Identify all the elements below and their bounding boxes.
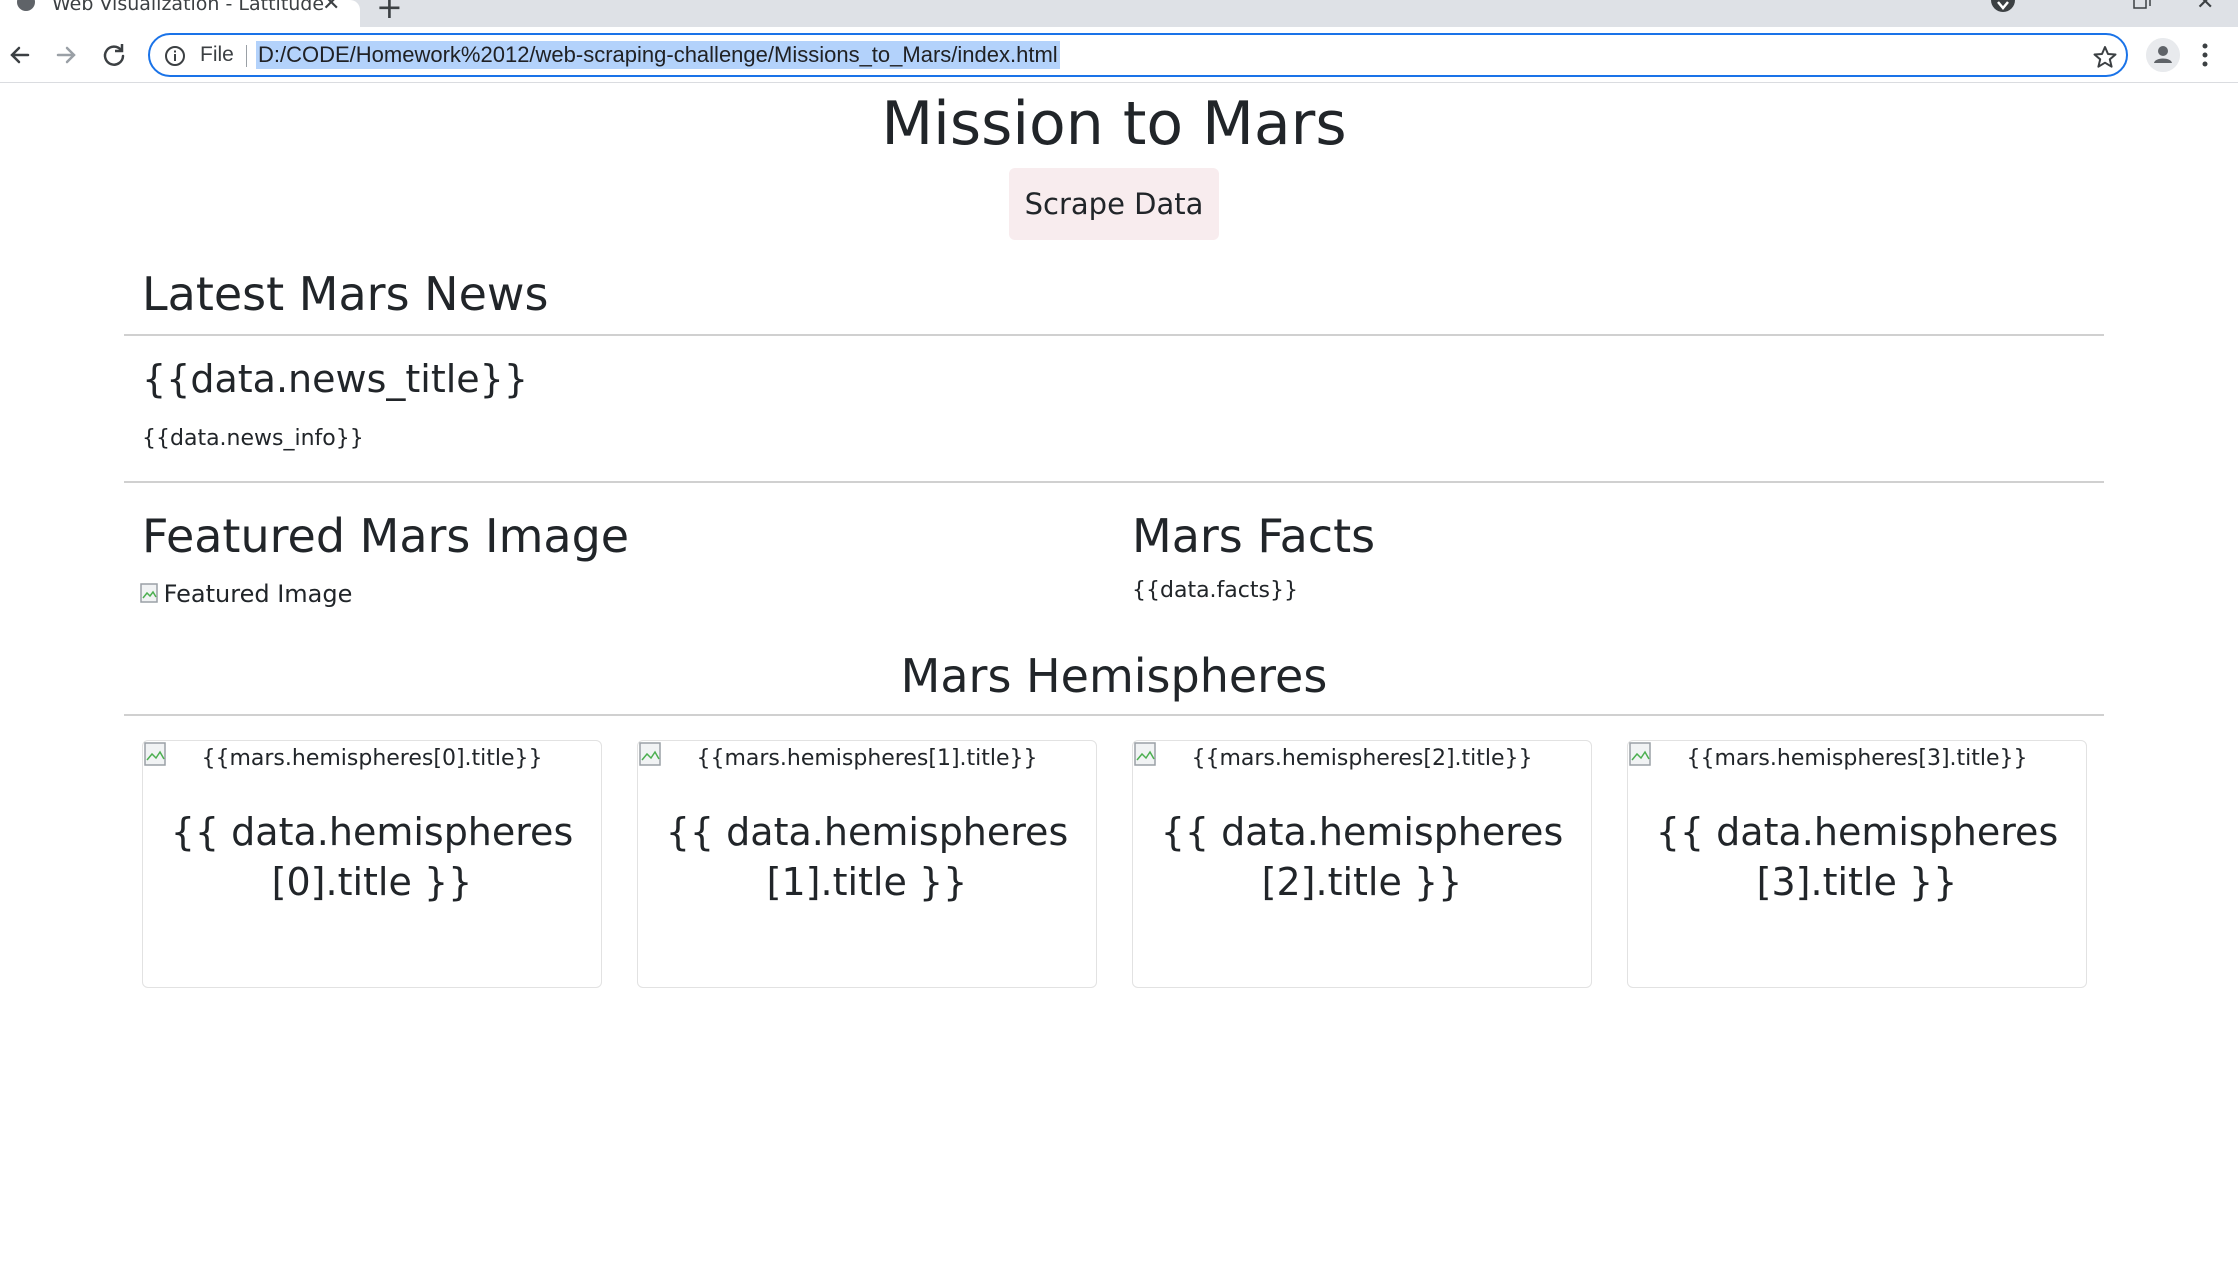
new-tab-button[interactable]: + bbox=[376, 0, 403, 26]
browser-toolbar: File D:/CODE/Homework%2012/web-scraping-… bbox=[0, 27, 2238, 83]
more-menu-icon[interactable] bbox=[2200, 39, 2210, 71]
hemisphere-image-alt: {{mars.hemispheres[2].title}} bbox=[1191, 746, 1533, 771]
hemisphere-image-alt: {{mars.hemispheres[0].title}} bbox=[201, 746, 543, 771]
hemisphere-title: {{ data.hemispheres[2].title }} bbox=[1160, 810, 1564, 904]
close-window-icon[interactable]: ✕ bbox=[2196, 0, 2214, 15]
divider bbox=[124, 334, 2104, 336]
forward-arrow-icon[interactable] bbox=[50, 39, 82, 71]
browser-tab[interactable]: Web Visualization - Lattitude ✕ bbox=[0, 0, 360, 27]
back-arrow-icon[interactable] bbox=[4, 39, 36, 71]
info-icon[interactable] bbox=[164, 45, 186, 67]
bookmark-star-icon[interactable] bbox=[2092, 44, 2118, 70]
address-separator bbox=[246, 45, 247, 67]
page-title: Mission to Mars bbox=[881, 89, 1347, 159]
reload-icon[interactable] bbox=[98, 39, 130, 71]
url-text[interactable]: D:/CODE/Homework%2012/web-scraping-chall… bbox=[256, 41, 1060, 69]
mars-facts-heading: Mars Facts bbox=[1132, 509, 1376, 563]
hemisphere-card: {{mars.hemispheres[1].title}} {{ data.he… bbox=[637, 740, 1097, 988]
extension-icon[interactable] bbox=[1990, 0, 2016, 14]
hemisphere-image: {{mars.hemispheres[2].title}} bbox=[1133, 741, 1591, 781]
hemispheres-heading: Mars Hemispheres bbox=[900, 649, 1328, 703]
news-info: {{data.news_info}} bbox=[142, 426, 364, 451]
hemisphere-card: {{mars.hemispheres[0].title}} {{ data.he… bbox=[142, 740, 602, 988]
tab-title: Web Visualization - Lattitude bbox=[52, 0, 325, 15]
hemisphere-card: {{mars.hemispheres[3].title}} {{ data.he… bbox=[1627, 740, 2087, 988]
globe-icon bbox=[17, 0, 35, 11]
restore-window-icon[interactable] bbox=[2130, 0, 2154, 12]
scrape-data-button[interactable]: Scrape Data bbox=[1009, 168, 1219, 240]
profile-avatar-icon[interactable] bbox=[2146, 38, 2180, 72]
divider bbox=[124, 714, 2104, 716]
featured-image: Featured Image bbox=[140, 579, 352, 609]
hemisphere-image-alt: {{mars.hemispheres[1].title}} bbox=[696, 746, 1038, 771]
featured-image-heading: Featured Mars Image bbox=[142, 509, 630, 563]
news-heading: Latest Mars News bbox=[142, 267, 549, 321]
hemisphere-image: {{mars.hemispheres[1].title}} bbox=[638, 741, 1096, 781]
hemisphere-title: {{ data.hemispheres[3].title }} bbox=[1655, 810, 2059, 904]
divider bbox=[124, 481, 2104, 483]
mars-facts-text: {{data.facts}} bbox=[1132, 578, 1298, 603]
hemisphere-title: {{ data.hemispheres[0].title }} bbox=[170, 810, 574, 904]
featured-image-alt: Featured Image bbox=[163, 580, 353, 608]
hemisphere-image: {{mars.hemispheres[3].title}} bbox=[1628, 741, 2086, 781]
hemisphere-title: {{ data.hemispheres[1].title }} bbox=[665, 810, 1069, 904]
tab-strip: Web Visualization - Lattitude ✕ + ✕ bbox=[0, 0, 2238, 27]
scheme-label: File bbox=[200, 43, 234, 66]
close-tab-icon[interactable]: ✕ bbox=[322, 0, 340, 16]
hemisphere-image-alt: {{mars.hemispheres[3].title}} bbox=[1686, 746, 2028, 771]
news-title: {{data.news_title}} bbox=[142, 357, 529, 401]
hemisphere-image: {{mars.hemispheres[0].title}} bbox=[143, 741, 601, 781]
address-bar[interactable]: File D:/CODE/Homework%2012/web-scraping-… bbox=[148, 33, 2128, 77]
broken-image-icon bbox=[140, 583, 158, 603]
hemisphere-card: {{mars.hemispheres[2].title}} {{ data.he… bbox=[1132, 740, 1592, 988]
